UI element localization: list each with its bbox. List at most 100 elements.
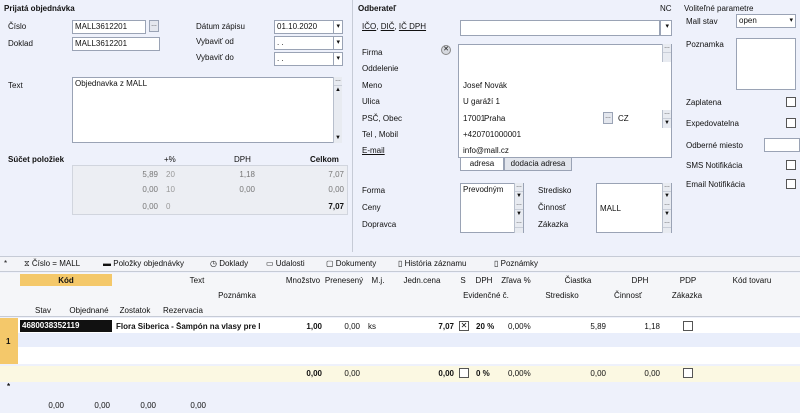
col-ciastka[interactable]: Čiastka [548, 276, 608, 285]
row-pdp-checkbox[interactable] [683, 321, 693, 331]
email-label[interactable]: E-mail [362, 146, 385, 155]
forma-scrollbar[interactable]: … ▼ … ▼ … [514, 183, 523, 233]
meno-value[interactable]: Josef Novák [463, 81, 507, 90]
vybavit-od-dropdown[interactable]: ▾ [333, 36, 343, 50]
ulica-value[interactable]: U garáží 1 [463, 97, 500, 106]
row-mnozstvo[interactable]: 1,00 [282, 322, 322, 331]
col-kod[interactable]: Kód [20, 276, 112, 285]
tab-dokumenty[interactable]: ▢ Dokumenty [326, 259, 376, 268]
tab-star[interactable]: * [4, 259, 7, 268]
col-pdp[interactable]: PDP [670, 276, 706, 285]
sum-cell: 0,00 [142, 185, 158, 194]
col-stredisko[interactable]: Stredisko [530, 291, 594, 300]
col-s[interactable]: S [456, 276, 470, 285]
col-zlava[interactable]: Zľava % [498, 276, 534, 285]
text-area[interactable]: Objednavka z MALL [72, 77, 334, 143]
col-cinnost[interactable]: Činnosť [596, 291, 660, 300]
email-value[interactable]: info@mall.cz [463, 146, 509, 155]
expedovatelna-checkbox[interactable] [786, 118, 796, 128]
tab-doklady[interactable]: ◷ Doklady [210, 259, 248, 268]
vybavit-od-input[interactable]: . . [274, 36, 334, 50]
new-row-cena[interactable]: 0,00 [410, 369, 454, 378]
odberne-input[interactable] [764, 138, 800, 152]
col-stav[interactable]: Stav [20, 306, 66, 315]
vybavit-do-dropdown[interactable]: ▾ [333, 52, 343, 66]
ico-dropdown[interactable]: ▾ [660, 20, 672, 36]
new-row-pdp-checkbox[interactable] [683, 368, 693, 378]
country-lookup-button[interactable]: … [603, 112, 613, 124]
zakazka-label: Zákazka [538, 220, 569, 229]
col-kod-tovaru[interactable]: Kód tovaru [712, 276, 792, 285]
tab-filter[interactable]: ⧖ Číslo = MALL [24, 259, 80, 269]
footer-rezervacia: 0,00 [190, 401, 206, 410]
cislo-input[interactable]: MALL3612201 [72, 20, 146, 34]
detail-tab-bar: * ⧖ Číslo = MALL ▬ Položky objednávky ◷ … [0, 256, 800, 272]
icdph-link[interactable]: IČ DPH [399, 22, 426, 31]
row-dph-val[interactable]: 1,18 [614, 322, 660, 331]
new-row-preneseny[interactable]: 0,00 [320, 369, 360, 378]
new-row-mnozstvo[interactable]: 0,00 [282, 369, 322, 378]
col-rezervacia[interactable]: Rezervacia [158, 306, 208, 315]
text-scrollbar[interactable]: … ▲ ▼ [333, 77, 342, 143]
dic-link[interactable]: DIČ [381, 22, 395, 31]
col-jedn-cena[interactable]: Jedn.cena [392, 276, 452, 285]
text-label: Text [8, 81, 23, 90]
cinnost-value[interactable]: MALL [600, 204, 621, 213]
row-s-checkbox[interactable]: ✕ [459, 321, 469, 331]
tab-polozky[interactable]: ▬ Položky objednávky [103, 259, 184, 268]
country-scrollbar[interactable]: … ▼ [662, 110, 671, 128]
row-kod[interactable]: 4680038352119 [20, 320, 112, 332]
row-ciastka[interactable]: 5,89 [560, 322, 606, 331]
cislo-lookup-button[interactable]: … [149, 20, 159, 32]
obec-value[interactable]: Praha [484, 114, 505, 123]
col-zostatok[interactable]: Zostatok [112, 306, 158, 315]
tab-poznamky[interactable]: ▯ Poznámky [494, 259, 538, 268]
col-text[interactable]: Text [112, 276, 282, 285]
datum-input[interactable]: 01.10.2020 [274, 20, 334, 34]
mall-stav-select[interactable]: open ▾ [736, 14, 796, 28]
col-dph[interactable]: DPH [472, 276, 496, 285]
sms-checkbox[interactable] [786, 160, 796, 170]
sum-total: 7,07 [328, 202, 344, 211]
datum-label: Dátum zápisu [196, 22, 245, 31]
tel-value[interactable]: +420701000001 [463, 130, 521, 139]
new-row-ciastka[interactable]: 0,00 [560, 369, 606, 378]
new-row-dph-val[interactable]: 0,00 [614, 369, 660, 378]
poznamka-input[interactable] [736, 38, 796, 90]
col-mnozstvo[interactable]: Množstvo [282, 276, 324, 285]
new-row[interactable] [0, 366, 800, 382]
email-notif-checkbox[interactable] [786, 179, 796, 189]
stredisko-scrollbar[interactable]: … ▼ … ▼ … [662, 183, 671, 233]
row-preneseny[interactable]: 0,00 [320, 322, 360, 331]
col-poznamka[interactable]: Poznámka [112, 291, 362, 300]
country-value[interactable]: CZ [618, 114, 629, 123]
col-objednane[interactable]: Objednané [66, 306, 112, 315]
zaplatena-checkbox[interactable] [786, 97, 796, 107]
row-mj[interactable]: ks [368, 322, 376, 331]
new-row-s-checkbox[interactable] [459, 368, 469, 378]
col-zakazka[interactable]: Zákazka [662, 291, 712, 300]
tab-dodacia-adresa[interactable]: dodacia adresa [504, 158, 572, 171]
col-preneseny[interactable]: Prenesený [324, 276, 364, 285]
row-zlava[interactable]: 0,00% [508, 322, 531, 331]
tab-adresa[interactable]: adresa [460, 158, 504, 171]
tab-udalosti[interactable]: ▭ Udalosti [266, 259, 305, 268]
new-row-dph[interactable]: 0 % [476, 369, 490, 378]
row-cena[interactable]: 7,07 [410, 322, 454, 331]
doklad-input[interactable]: MALL3612201 [72, 37, 160, 51]
row-text[interactable]: Flora Siberica - Šampón na vlasy pre l [116, 322, 282, 331]
ico-link[interactable]: IČO [362, 22, 376, 31]
col-dph-val[interactable]: DPH [610, 276, 670, 285]
clear-address-icon[interactable]: ✕ [441, 45, 451, 55]
ico-input[interactable] [460, 20, 660, 36]
new-row-zlava[interactable]: 0,00% [508, 369, 531, 378]
row-dph[interactable]: 20 % [476, 322, 494, 331]
col-evidencne[interactable]: Evidenčné č. [448, 291, 524, 300]
psc-value[interactable]: 17001 [463, 114, 485, 123]
vybavit-do-input[interactable]: . . [274, 52, 334, 66]
tab-historia[interactable]: ▯ História záznamu [398, 259, 466, 268]
address-scrollbar[interactable]: … [662, 44, 671, 62]
datum-dropdown[interactable]: ▾ [333, 20, 343, 34]
arrow-down-icon: ▼ [335, 135, 341, 141]
col-mj[interactable]: M.j. [364, 276, 392, 285]
